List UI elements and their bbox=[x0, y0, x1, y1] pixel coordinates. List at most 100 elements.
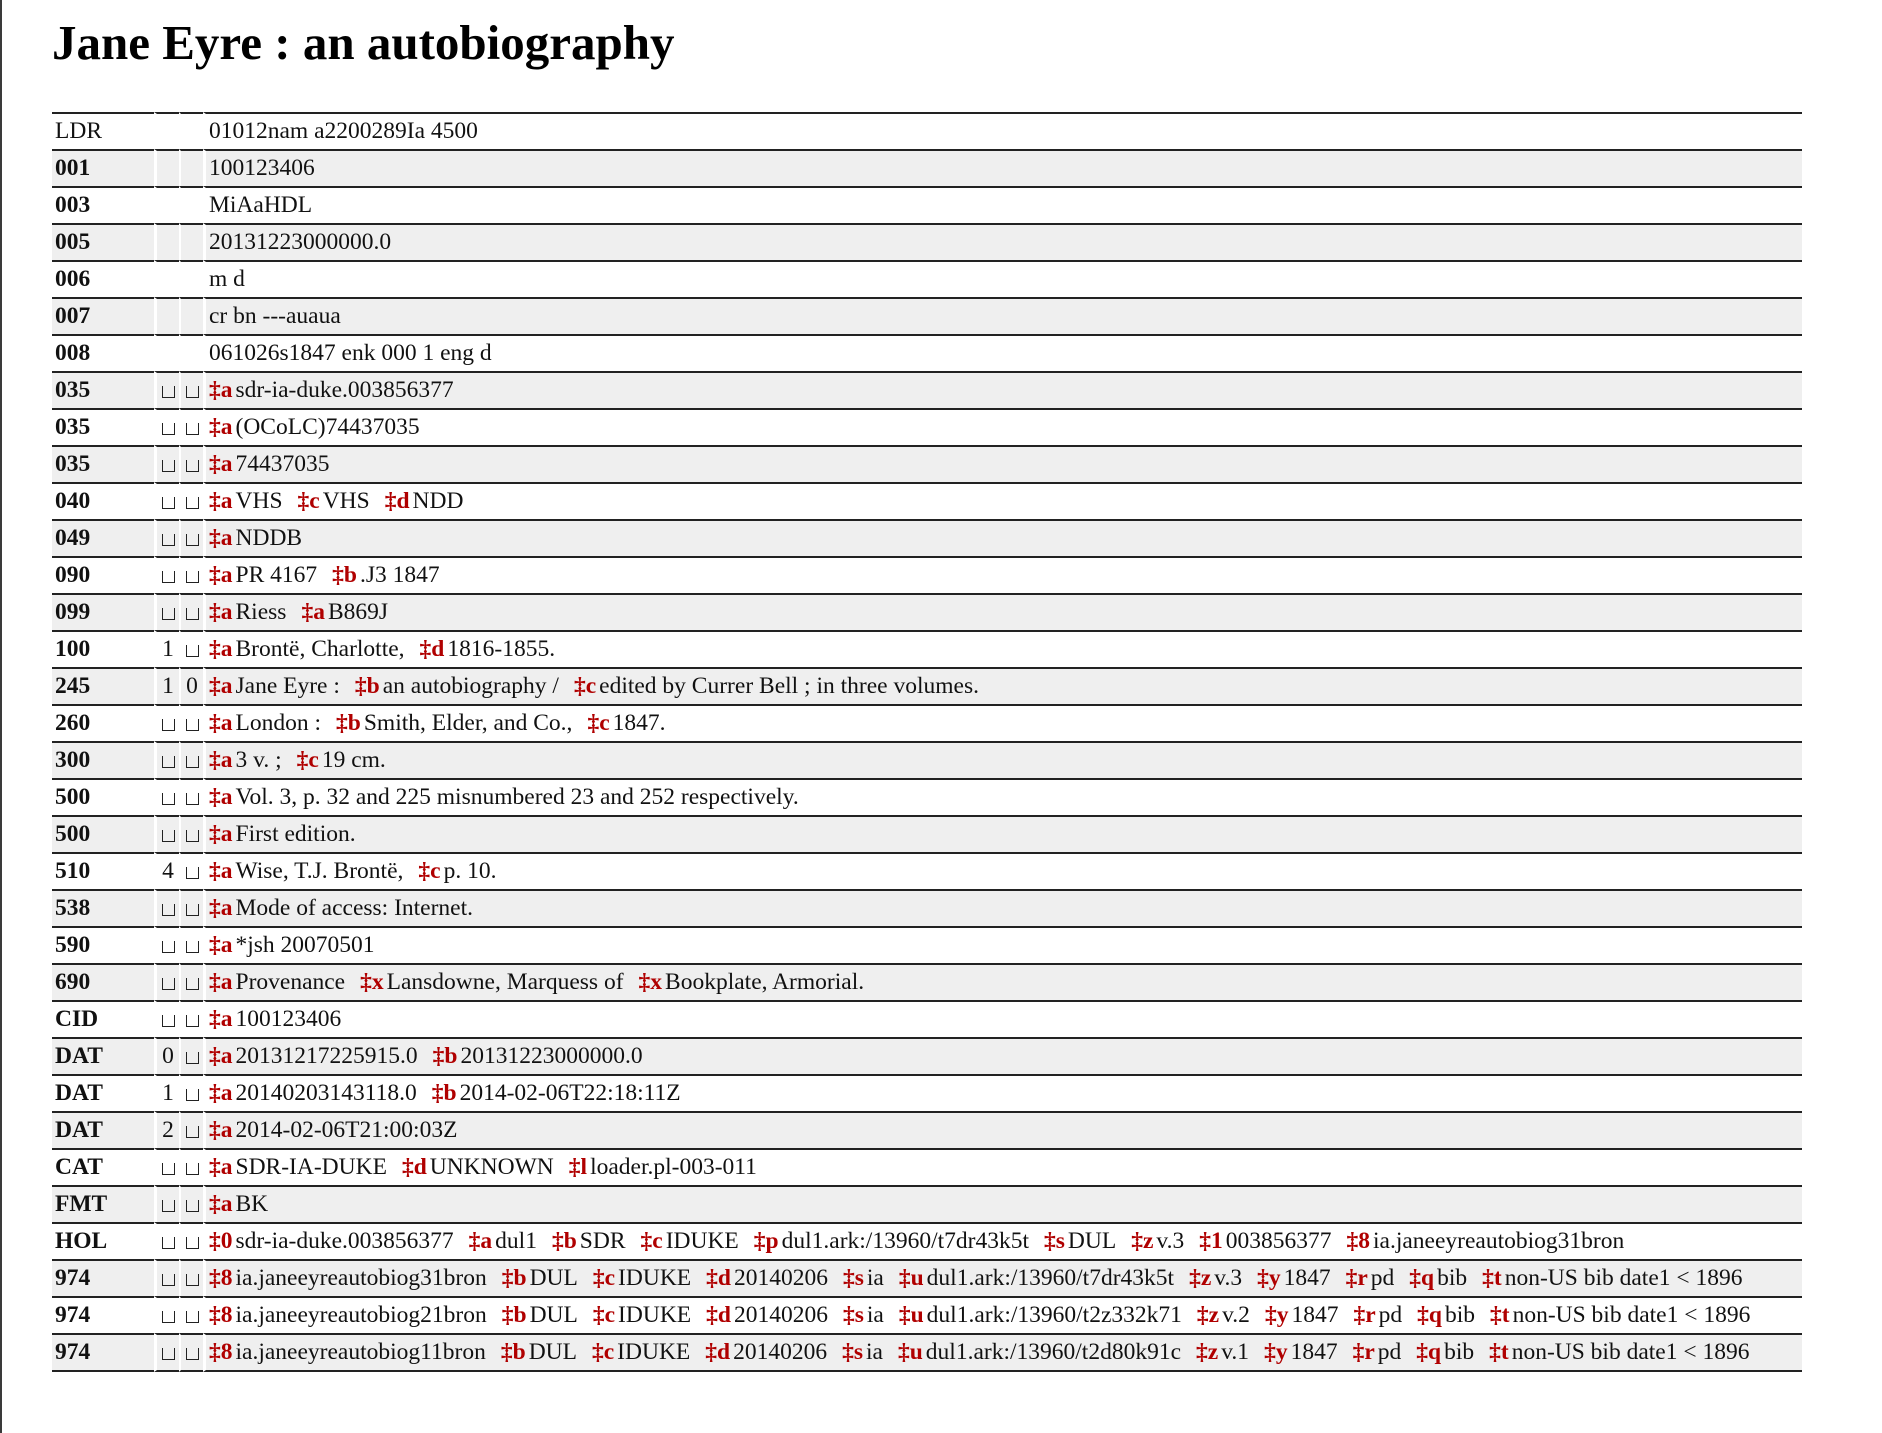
field-value: 061026s1847 enk 000 1 eng d bbox=[203, 334, 1802, 371]
subfield: ‡a BK bbox=[209, 1187, 268, 1222]
subfield: ‡q bib bbox=[1416, 1335, 1474, 1370]
subfield: ‡y 1847 bbox=[1264, 1335, 1338, 1370]
field-value: ‡a Vol. 3, p. 32 and 225 misnumbered 23 a… bbox=[203, 778, 1802, 815]
subfield-text: IDUKE bbox=[618, 1265, 692, 1291]
blank-indicator-icon bbox=[161, 571, 175, 583]
subfield-code: ‡s bbox=[1044, 1228, 1065, 1254]
subfield: ‡a 2014-02-06T21:00:03Z bbox=[209, 1113, 457, 1148]
indicator-ind1 bbox=[154, 482, 179, 519]
subfield-code: ‡a bbox=[209, 1117, 233, 1143]
field-tag: 008 bbox=[52, 334, 154, 371]
indicator-ind1 bbox=[154, 1222, 179, 1259]
subfield-code: ‡t bbox=[1489, 1339, 1509, 1365]
field-value: ‡a VHS ‡c VHS ‡d NDD bbox=[203, 482, 1802, 519]
field-tag: 538 bbox=[52, 889, 154, 926]
subfield-text: pd bbox=[1377, 1339, 1402, 1365]
subfield-code: ‡b bbox=[354, 673, 380, 699]
subfield-code: ‡t bbox=[1482, 1265, 1502, 1291]
subfield-code: ‡x bbox=[360, 969, 384, 995]
subfield: ‡8 ia.janeeyreautobiog31bron bbox=[1347, 1224, 1625, 1259]
blank-indicator-icon bbox=[185, 423, 199, 435]
subfield-code: ‡a bbox=[209, 525, 233, 551]
subfield: ‡0 sdr-ia-duke.003856377 bbox=[209, 1224, 454, 1259]
subfield-text: 1847. bbox=[612, 710, 666, 736]
subfield-code: ‡t bbox=[1489, 1302, 1510, 1328]
subfield-text: 20131223000000.0 bbox=[460, 1043, 643, 1069]
subfield: ‡d NDD bbox=[385, 484, 464, 519]
subfield-text: VHS bbox=[235, 488, 283, 514]
field-tag: 245 bbox=[52, 667, 154, 704]
subfield-text: bib bbox=[1437, 1265, 1468, 1291]
subfield: ‡t non-US bib date1 < 1896 bbox=[1489, 1335, 1749, 1370]
field-value: ‡a Mode of access: Internet. bbox=[203, 889, 1802, 926]
subfield-text: 2014-02-06T21:00:03Z bbox=[235, 1117, 458, 1143]
field-value: ‡a 2014-02-06T21:00:03Z bbox=[203, 1111, 1802, 1148]
subfield-text: non-US bib date1 < 1896 bbox=[1504, 1265, 1743, 1291]
indicator-ind1 bbox=[154, 445, 179, 482]
indicator-ind2 bbox=[179, 408, 203, 445]
subfield-code: ‡a bbox=[209, 636, 233, 662]
subfield: ‡d 1816-1855. bbox=[420, 632, 556, 667]
field-tag: 007 bbox=[52, 297, 154, 334]
subfield-code: ‡s bbox=[842, 1302, 864, 1328]
indicator-ind2 bbox=[179, 741, 203, 778]
subfield-code: ‡a bbox=[209, 414, 233, 440]
field-value: ‡a *jsh 20070501 bbox=[203, 926, 1802, 963]
subfield: ‡b SDR bbox=[552, 1224, 626, 1259]
marc-field-row: 974 ‡8 ia.janeeyreautobiog21bron ‡b DUL ‡c IDU… bbox=[52, 1296, 1802, 1333]
subfield: ‡d 20140206 bbox=[706, 1261, 828, 1296]
subfield-text: 100123406 bbox=[235, 1006, 342, 1032]
subfield-code: ‡b bbox=[500, 1339, 526, 1365]
subfield: ‡a SDR-IA-DUKE bbox=[209, 1150, 387, 1185]
subfield: ‡t non-US bib date1 < 1896 bbox=[1482, 1261, 1742, 1296]
field-value: ‡a SDR-IA-DUKE ‡d UNKNOWN ‡l loader.pl-003-01… bbox=[203, 1148, 1802, 1185]
subfield-text: NDD bbox=[412, 488, 464, 514]
subfield: ‡s DUL bbox=[1044, 1224, 1116, 1259]
subfield-code: ‡c bbox=[573, 673, 597, 699]
field-value: 01012nam a2200289Ia 4500 bbox=[203, 112, 1802, 149]
subfield-code: ‡c bbox=[296, 747, 319, 773]
subfield-text: v.3 bbox=[1214, 1265, 1243, 1291]
blank-indicator-icon bbox=[161, 830, 175, 842]
field-tag: 099 bbox=[52, 593, 154, 630]
subfield-code: ‡a bbox=[209, 932, 233, 958]
field-tag: 100 bbox=[52, 630, 154, 667]
subfield: ‡t non-US bib date1 < 1896 bbox=[1490, 1298, 1750, 1333]
subfield-text: pd bbox=[1378, 1302, 1403, 1328]
marc-field-row: 006 m d bbox=[52, 260, 1802, 297]
blank-indicator-icon bbox=[161, 904, 175, 916]
field-tag: 500 bbox=[52, 815, 154, 852]
field-value: ‡a 20131217225915.0 ‡b 20131223000000.0 bbox=[203, 1037, 1802, 1074]
field-tag: HOL bbox=[52, 1222, 154, 1259]
indicator-ind2 bbox=[179, 1037, 203, 1074]
subfield: ‡r pd bbox=[1346, 1261, 1395, 1296]
subfield-text: ia.janeeyreautobiog31bron bbox=[235, 1265, 487, 1291]
subfield-text: DUL bbox=[1067, 1228, 1117, 1254]
subfield-code: ‡x bbox=[638, 969, 663, 995]
blank-indicator-icon bbox=[185, 941, 199, 953]
field-tag: 974 bbox=[52, 1333, 154, 1372]
subfield: ‡a 100123406 bbox=[209, 1002, 341, 1037]
indicator-ind2 bbox=[179, 889, 203, 926]
marc-record-body: LDR 01012nam a2200289Ia 4500 001 100123406 0… bbox=[52, 112, 1802, 1372]
subfield: ‡d UNKNOWN bbox=[402, 1150, 554, 1185]
subfield-text: Provenance bbox=[235, 969, 346, 995]
subfield-code: ‡b bbox=[432, 1043, 458, 1069]
subfield-code: ‡c bbox=[587, 710, 610, 736]
subfield-text: B869J bbox=[327, 599, 389, 625]
subfield-text: Smith, Elder, and Co., bbox=[363, 710, 573, 736]
subfield-text: dul1 bbox=[495, 1228, 537, 1254]
subfield-text: 3 v. ; bbox=[235, 747, 282, 773]
indicator-ind2 bbox=[179, 815, 203, 852]
subfield-text: bib bbox=[1444, 1302, 1475, 1328]
subfield-text: 1847 bbox=[1290, 1339, 1338, 1365]
page-title: Jane Eyre : an autobiography bbox=[52, 15, 675, 70]
indicator-ind2 bbox=[179, 778, 203, 815]
blank-indicator-icon bbox=[185, 1089, 199, 1101]
subfield: ‡c IDUKE bbox=[592, 1335, 690, 1370]
indicator-ind1: 4 bbox=[154, 852, 179, 889]
subfield-text: 19 cm. bbox=[321, 747, 386, 773]
subfield-code: ‡y bbox=[1264, 1302, 1289, 1328]
subfield: ‡u dul1.ark:/13960/t2z332k71 bbox=[899, 1298, 1182, 1333]
subfield-code: ‡s bbox=[842, 1265, 864, 1291]
